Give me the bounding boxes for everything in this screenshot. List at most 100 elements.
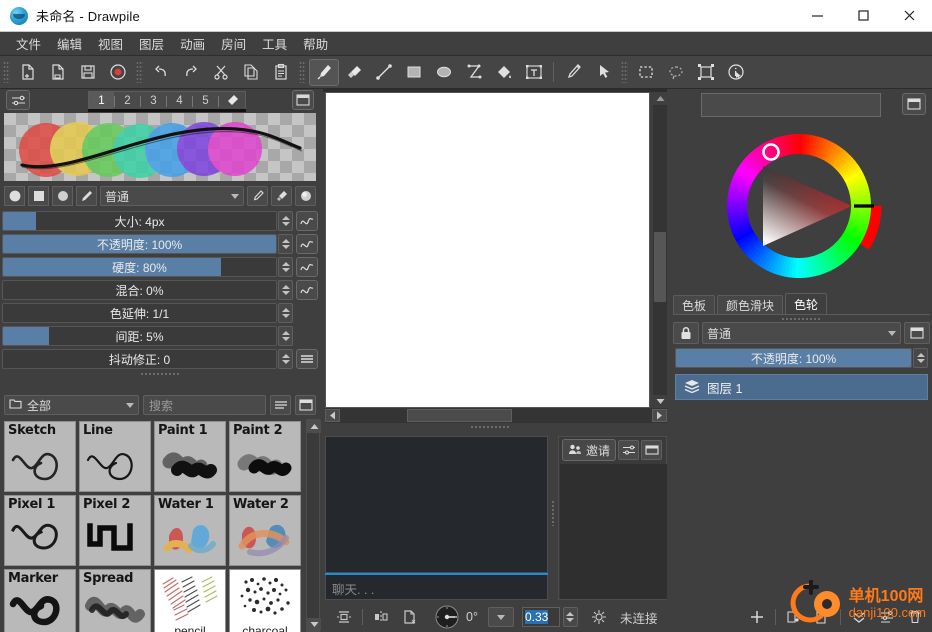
rect-select-icon[interactable] [631,59,661,86]
eraser-tool-icon[interactable] [339,59,369,86]
canvas-vscroll-thumb[interactable] [654,232,666,302]
ellipse-tool-icon[interactable] [429,59,459,86]
color-dock-undock-icon[interactable] [902,93,926,115]
cut-icon[interactable] [206,59,236,86]
preset-item-spread[interactable]: Spread [79,569,151,632]
toolbar-grip-3[interactable] [299,61,306,83]
brush-hardness-slider[interactable]: 硬度: 80% [2,257,318,277]
pencil-shape-icon[interactable] [76,186,97,206]
tab-palette[interactable]: 色板 [673,295,716,315]
copy-icon[interactable] [236,59,266,86]
preset-list-menu-icon[interactable] [270,395,291,415]
current-color-box[interactable] [701,93,881,117]
layer-item[interactable]: 图层 1 [675,374,928,400]
canvas-scroll-right-icon[interactable] [652,409,667,422]
smudge-mode-icon[interactable] [295,186,316,206]
menu-help[interactable]: 帮助 [295,31,336,56]
layer-dock-undock-icon[interactable] [904,322,930,344]
brush-size-spinner[interactable] [278,211,293,231]
rectangle-tool-icon[interactable] [399,59,429,86]
preset-item-water-2[interactable]: Water 2 [229,495,301,566]
inspector-icon[interactable] [721,59,751,86]
color-wheel[interactable] [714,121,884,291]
new-document-icon[interactable] [13,59,43,86]
preset-item-line[interactable]: Line [79,421,151,492]
canvas-chat-splitter[interactable] [470,425,510,430]
canvas-horizontal-scrollbar[interactable] [325,408,667,423]
close-button[interactable] [886,0,932,32]
slider-track[interactable]: 大小: 4px [2,211,277,231]
save-icon[interactable] [73,59,103,86]
brush-slot-1[interactable]: 1 [89,92,114,110]
brush-slot-5[interactable]: 5 [193,95,218,107]
preset-item-paint-2[interactable]: Paint 2 [229,421,301,492]
dock-splitter-handle[interactable] [140,372,180,377]
chat-userlist-splitter[interactable] [551,500,556,526]
slider-track[interactable]: 混合: 0% [2,280,277,300]
chat-input[interactable]: 聊天. . . [325,575,548,600]
session-lock-icon[interactable] [586,605,612,629]
preset-item-pixel-2[interactable]: Pixel 2 [79,495,151,566]
brush-blend-slider[interactable]: 混合: 0% [2,280,318,300]
slider-track[interactable]: 色延伸: 1/1 [2,303,277,323]
menu-session[interactable]: 房间 [213,31,254,56]
undo-icon[interactable] [146,59,176,86]
layer-list[interactable]: 图层 1 [675,374,928,406]
menu-edit[interactable]: 编辑 [49,31,90,56]
menu-tools[interactable]: 工具 [254,31,295,56]
preset-scrollbar[interactable] [306,419,321,632]
open-document-icon[interactable] [43,59,73,86]
drawing-canvas[interactable] [325,92,650,408]
brush-settings-icon[interactable] [6,90,30,110]
add-layer-button[interactable] [744,605,770,629]
transform-icon[interactable] [691,59,721,86]
brush-size-slider[interactable]: 大小: 4px [2,211,318,231]
user-list[interactable] [560,464,667,599]
tab-color-wheel[interactable]: 色轮 [785,293,828,315]
menu-layer[interactable]: 图层 [131,31,172,56]
menu-animation[interactable]: 动画 [172,31,213,56]
hard-round-icon[interactable] [52,186,73,206]
preset-undock-icon[interactable] [295,395,316,415]
minimize-button[interactable] [794,0,840,32]
line-tool-icon[interactable] [369,59,399,86]
zoom-input[interactable]: 0.33 [521,607,560,627]
scroll-up-icon[interactable] [307,420,321,433]
invite-button[interactable]: 邀请 [562,439,617,461]
lasso-select-icon[interactable] [661,59,691,86]
brush-preview-undock-icon[interactable] [292,90,314,110]
tab-color-sliders[interactable]: 颜色滑块 [717,295,784,315]
canvas-area[interactable] [323,89,667,425]
flip-icon[interactable] [396,605,422,629]
canvas-scroll-left-icon[interactable] [325,409,340,422]
brush-tool-icon[interactable] [309,58,339,86]
menu-view[interactable]: 视图 [90,31,131,56]
color-picker-icon[interactable] [558,59,588,86]
slider-track[interactable]: 不透明度: 100% [675,348,912,368]
brush-stabilizer-spinner[interactable] [278,349,293,369]
text-tool-icon[interactable] [519,59,549,86]
mirror-icon[interactable] [368,605,394,629]
canvas-center-icon[interactable] [331,605,357,629]
scroll-down-icon[interactable] [307,618,321,631]
soft-round-icon[interactable] [4,186,25,206]
brush-opacity-spinner[interactable] [278,234,293,254]
canvas-hscroll-thumb[interactable] [407,409,512,422]
chat-undock-icon[interactable] [641,440,663,460]
record-icon[interactable] [103,59,133,86]
brush-preset-grid[interactable]: Sketch Line Paint 1 Paint 2 Pixel 1 Pixe… [2,419,318,632]
canvas-scroll-down-icon[interactable] [653,395,667,408]
brush-slot-tabs[interactable]: 1 2 3 4 5 [88,91,246,111]
zoom-preset-dropdown[interactable] [487,607,514,627]
eraser-mode-icon[interactable] [271,186,292,206]
brush-hardness-curve-icon[interactable] [296,257,318,277]
maximize-button[interactable] [840,0,886,32]
pick-color-icon[interactable] [247,186,268,206]
fill-tool-icon[interactable] [489,59,519,86]
brush-color-extend-spinner[interactable] [278,303,293,323]
layer-opacity-spinner[interactable] [913,348,928,368]
preset-item-marker[interactable]: Marker [4,569,76,632]
brush-menu-hamburger-icon[interactable] [296,349,318,369]
brush-size-curve-icon[interactable] [296,211,318,231]
canvas-scroll-up-icon[interactable] [653,92,667,105]
